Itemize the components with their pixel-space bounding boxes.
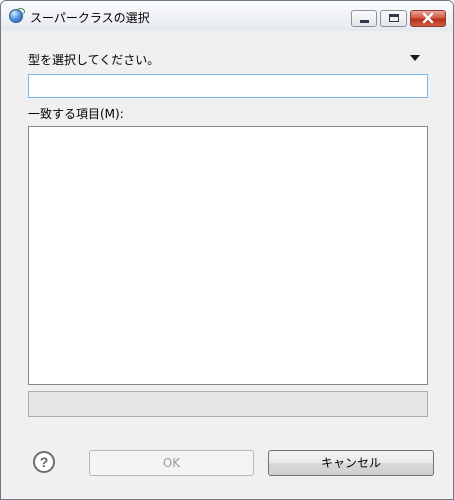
minimize-icon <box>360 20 369 23</box>
help-icon[interactable]: ? <box>33 451 55 473</box>
cancel-button[interactable]: キャンセル <box>268 450 434 476</box>
window-title: スーパークラスの選択 <box>30 11 150 25</box>
maximize-button[interactable] <box>380 10 407 27</box>
ok-button[interactable]: OK <box>89 450 254 476</box>
type-label: 型を選択してください。 <box>28 53 160 67</box>
matching-items-label: 一致する項目(M): <box>28 107 124 121</box>
close-button[interactable] <box>410 10 446 27</box>
close-icon <box>422 12 434 24</box>
title-bar[interactable]: スーパークラスの選択 <box>1 1 453 31</box>
type-filter-input[interactable] <box>28 74 428 98</box>
dialog-content: 型を選択してください。 一致する項目(M): ? OK キャンセル <box>2 31 452 498</box>
triangle-down-icon[interactable] <box>410 55 420 61</box>
maximize-icon <box>389 14 399 22</box>
eclipse-globe-icon <box>9 8 25 23</box>
status-field <box>28 391 428 417</box>
minimize-button[interactable] <box>351 10 377 27</box>
matching-items-list[interactable] <box>28 126 428 385</box>
dialog-window: スーパークラスの選択 型を選択してください。 一致する項目(M): ? OK キ… <box>0 0 454 500</box>
